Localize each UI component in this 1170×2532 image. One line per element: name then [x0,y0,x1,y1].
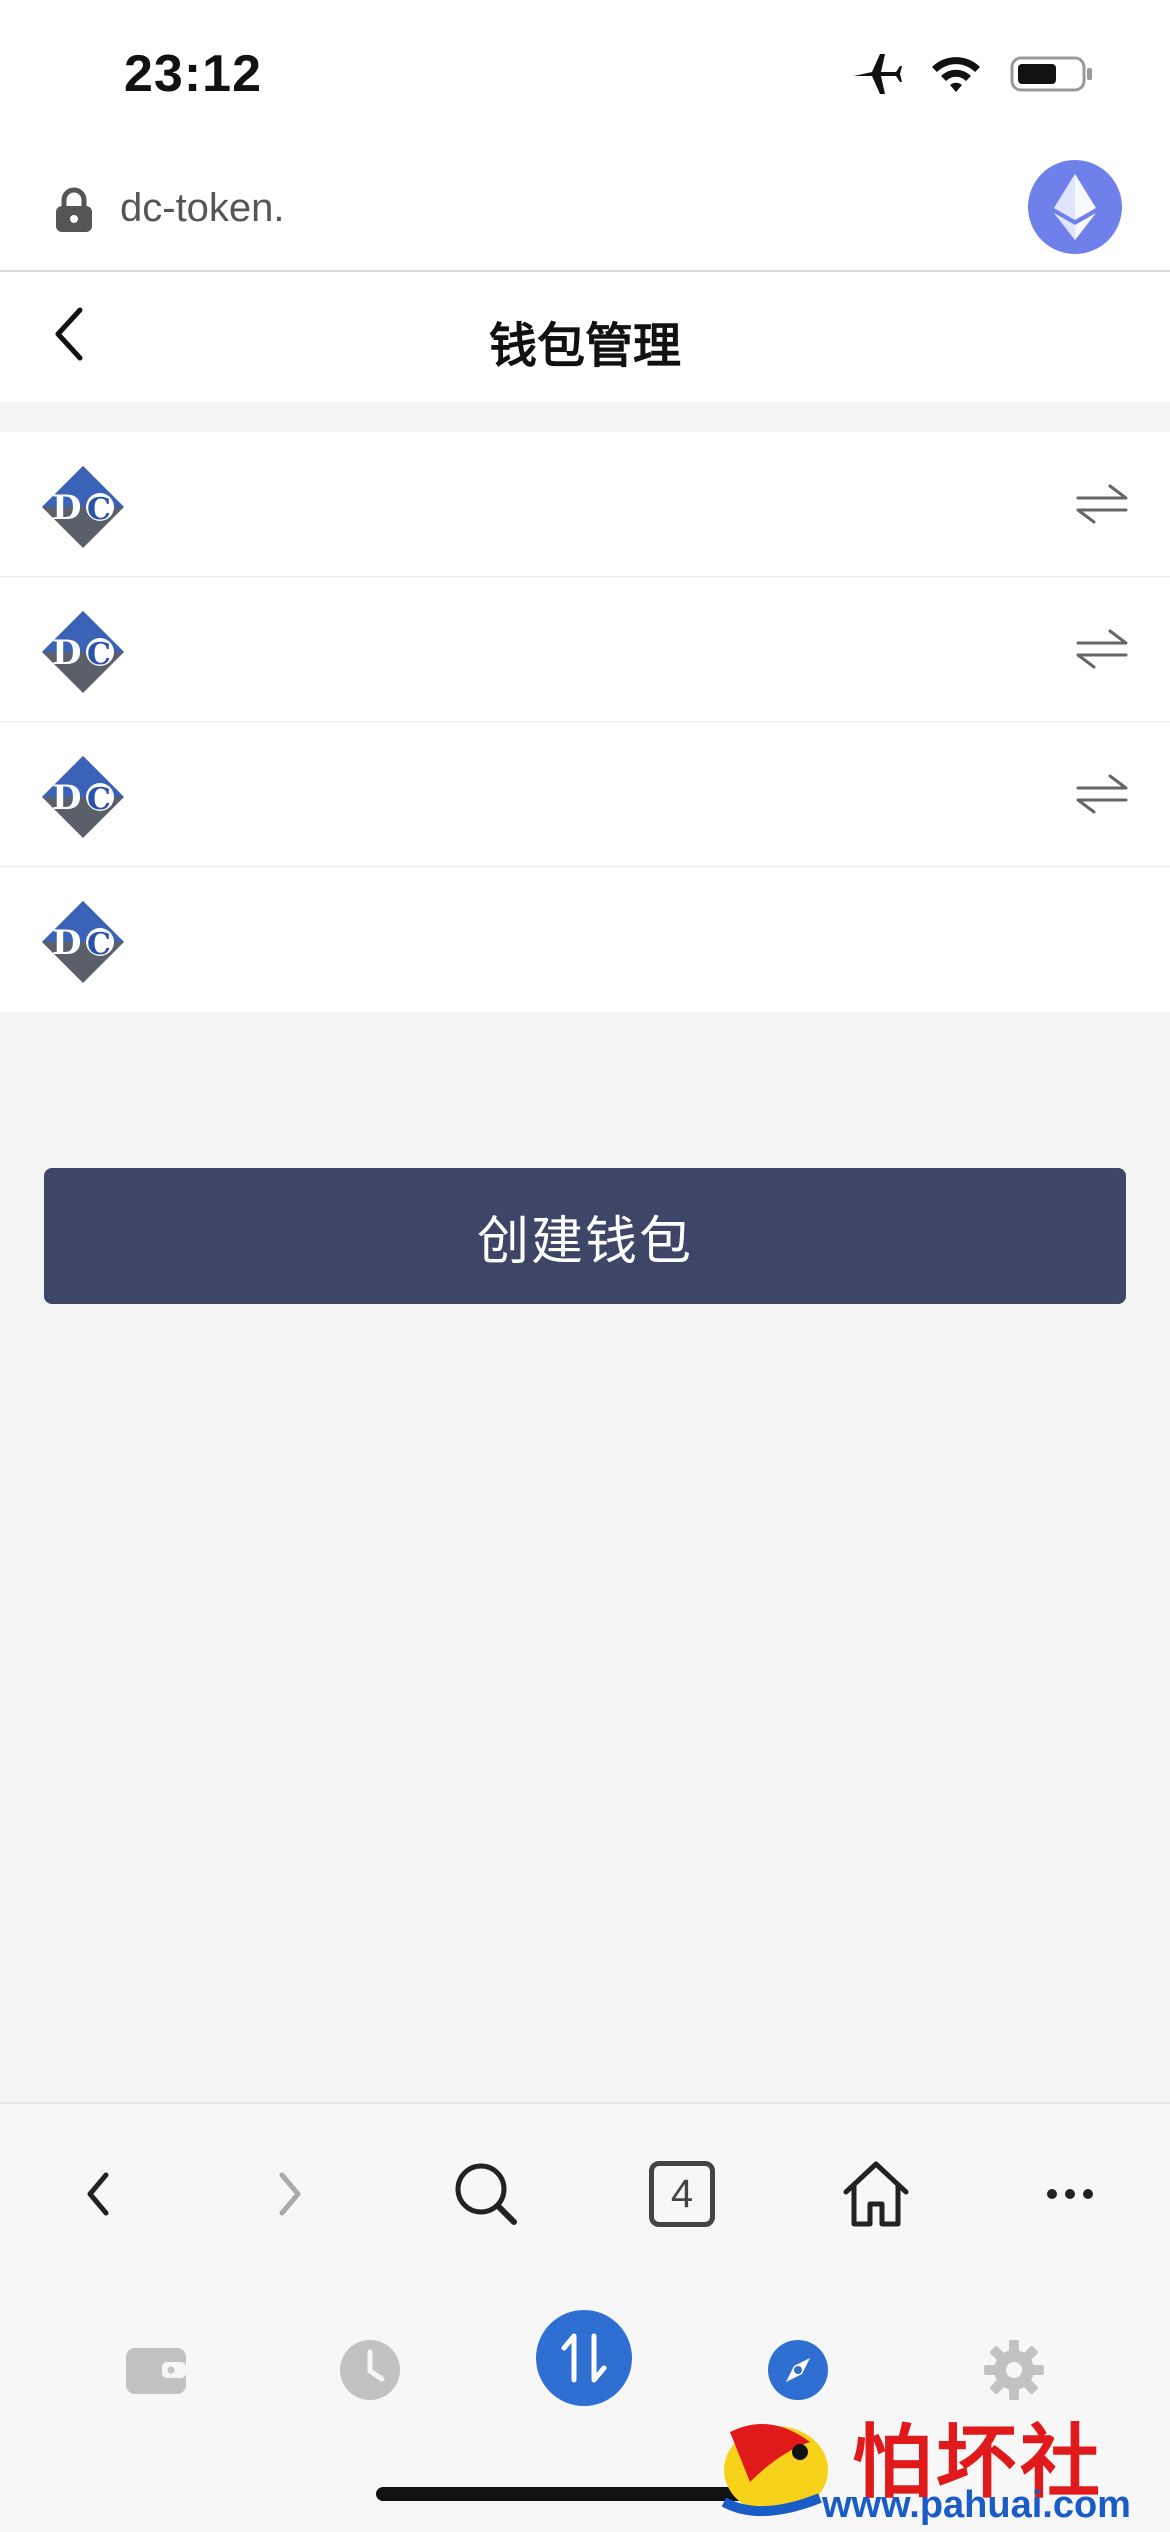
wallet-row[interactable]: D C [0,722,1170,867]
dc-token-logo-icon: D C [42,756,124,838]
switch-wallet-icon[interactable] [1072,619,1132,679]
browser-back-button[interactable] [58,2154,138,2234]
status-bar: 23:12 [0,0,1170,150]
svg-text:C: C [87,492,111,527]
dc-token-logo-icon: D C [42,901,124,983]
dc-token-logo-icon: D C [42,466,124,548]
create-wallet-button[interactable]: 创建钱包 [44,1168,1126,1304]
svg-text:D: D [52,633,81,673]
search-icon [455,2163,517,2225]
browser-toolbar: 4 [0,2102,1170,2282]
fish-logo-icon [721,2424,828,2517]
tab-count: 4 [649,2161,715,2227]
more-dots-icon [1047,2189,1093,2199]
lock-icon [56,187,92,232]
wallet-icon [126,2348,186,2394]
wallet-row[interactable]: D C [0,432,1170,577]
svg-text:D: D [52,778,81,818]
tab-wallet[interactable] [108,2322,204,2418]
page-title: 钱包管理 [488,318,681,374]
svg-text:C: C [87,637,111,672]
status-time: 23:12 [124,45,262,103]
watermark: 怕坏社区 www.pahuai.com [710,2398,1170,2532]
wallet-list: D C D C D C D C [0,432,1170,1012]
home-icon [843,2161,909,2227]
clock-icon [340,2340,400,2400]
status-icons [852,52,1094,96]
browser-home-button[interactable] [836,2154,916,2234]
browser-more-button[interactable] [1030,2154,1110,2234]
wallet-row[interactable]: D C [0,577,1170,722]
compass-icon [768,2340,828,2400]
ethereum-icon [1054,174,1096,240]
svg-text:D: D [52,923,81,963]
watermark-url: www.pahuai.com [822,2484,1131,2526]
ethereum-account-avatar[interactable] [1028,160,1122,254]
switch-wallet-icon[interactable] [1072,474,1132,534]
airplane-icon [854,54,902,94]
tab-transfer[interactable] [536,2310,632,2406]
svg-text:C: C [87,927,111,962]
nav-bar: 钱包管理 [0,272,1170,402]
browser-tabs-button[interactable]: 4 [642,2154,722,2234]
svg-text:D: D [52,488,81,528]
transfer-arrows-icon [561,2333,607,2383]
wifi-icon [932,57,980,92]
gear-icon [984,2340,1044,2400]
svg-text:C: C [87,782,111,817]
switch-wallet-icon[interactable] [1072,764,1132,824]
dc-token-logo-icon: D C [42,611,124,693]
chevron-left-icon [87,2172,109,2216]
battery-icon [1010,56,1092,92]
chevron-right-icon [279,2172,301,2216]
url-text[interactable]: dc-token. [120,186,285,231]
wallet-row[interactable]: D C [0,867,1170,1012]
browser-search-button[interactable] [446,2154,526,2234]
browser-forward-button[interactable] [250,2154,330,2234]
tab-history[interactable] [322,2322,418,2418]
url-bar[interactable]: dc-token. [0,150,1170,272]
